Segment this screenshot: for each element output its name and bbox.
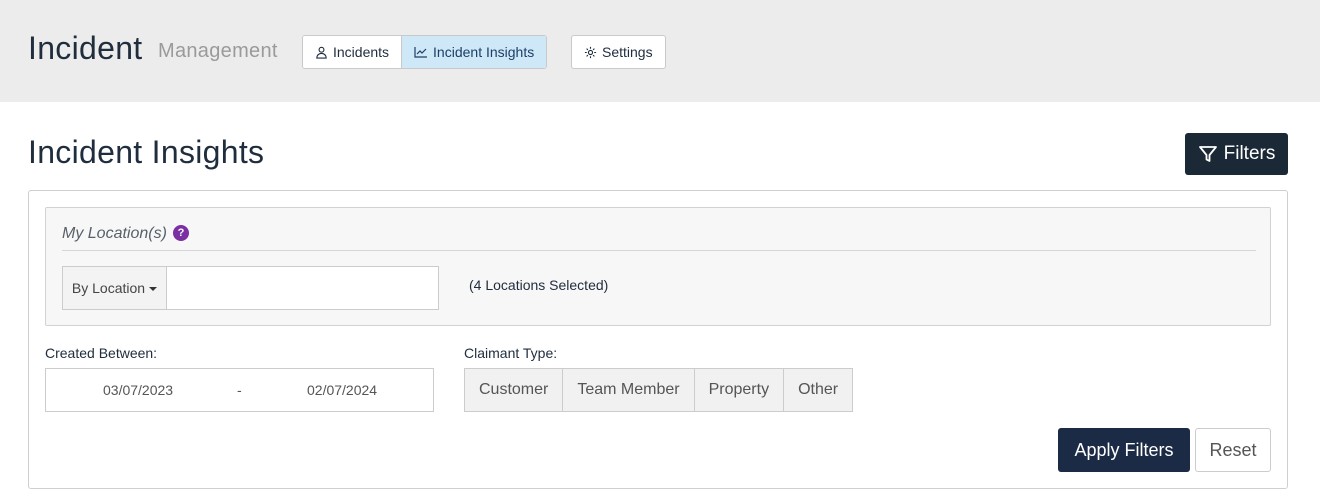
nav-incidents-button[interactable]: Incidents <box>303 36 402 68</box>
page-title: Incident Insights <box>28 134 265 170</box>
location-type-dropdown[interactable]: By Location <box>63 267 167 309</box>
date-from-value[interactable]: 03/07/2023 <box>103 382 173 398</box>
filters-toggle-label: Filters <box>1223 143 1276 164</box>
nav-insights-button[interactable]: Incident Insights <box>401 36 547 68</box>
filter-icon <box>1198 146 1217 162</box>
caret-down-icon <box>149 287 158 291</box>
claimant-type-toggle-group: Customer Team Member Property Other <box>464 368 854 412</box>
brand-subtitle: Management <box>158 40 278 62</box>
date-range-field[interactable]: 03/07/2023 - 02/07/2024 <box>45 368 434 412</box>
location-section: My Location(s) ? By Location (4 Location… <box>45 207 1271 326</box>
claimant-team-member-button[interactable]: Team Member <box>562 369 693 411</box>
filters-toggle-button[interactable]: Filters <box>1185 133 1288 175</box>
filters-panel: My Location(s) ? By Location (4 Location… <box>28 190 1288 489</box>
reset-button[interactable]: Reset <box>1195 428 1271 472</box>
app-header: Incident Management Incidents Incident I… <box>0 0 1320 102</box>
brand-title: Incident <box>28 30 143 66</box>
help-icon[interactable]: ? <box>173 225 189 241</box>
date-separator: - <box>237 382 242 398</box>
created-between-label: Created Between: <box>45 345 158 361</box>
location-search-input[interactable] <box>167 267 438 309</box>
gear-icon <box>584 46 597 58</box>
claimant-customer-button[interactable]: Customer <box>465 369 562 411</box>
location-label: My Location(s) <box>62 225 167 242</box>
location-divider <box>62 250 1256 251</box>
claimant-property-button[interactable]: Property <box>693 369 783 411</box>
user-icon <box>316 46 327 59</box>
claimant-other-button[interactable]: Other <box>783 369 852 411</box>
settings-button[interactable]: Settings <box>571 35 666 69</box>
date-to-value[interactable]: 02/07/2024 <box>307 382 377 398</box>
location-type-label: By Location <box>71 280 146 296</box>
nav-insights-label: Incident Insights <box>433 44 535 60</box>
apply-filters-button[interactable]: Apply Filters <box>1058 428 1190 472</box>
location-input-group: By Location <box>62 266 439 310</box>
locations-selected-summary: (4 Locations Selected) <box>469 277 609 293</box>
main-nav: Incidents Incident Insights <box>302 35 548 69</box>
chart-line-icon <box>414 47 428 58</box>
claimant-type-label: Claimant Type: <box>464 345 558 361</box>
settings-label: Settings <box>602 44 653 60</box>
nav-incidents-label: Incidents <box>333 44 390 60</box>
